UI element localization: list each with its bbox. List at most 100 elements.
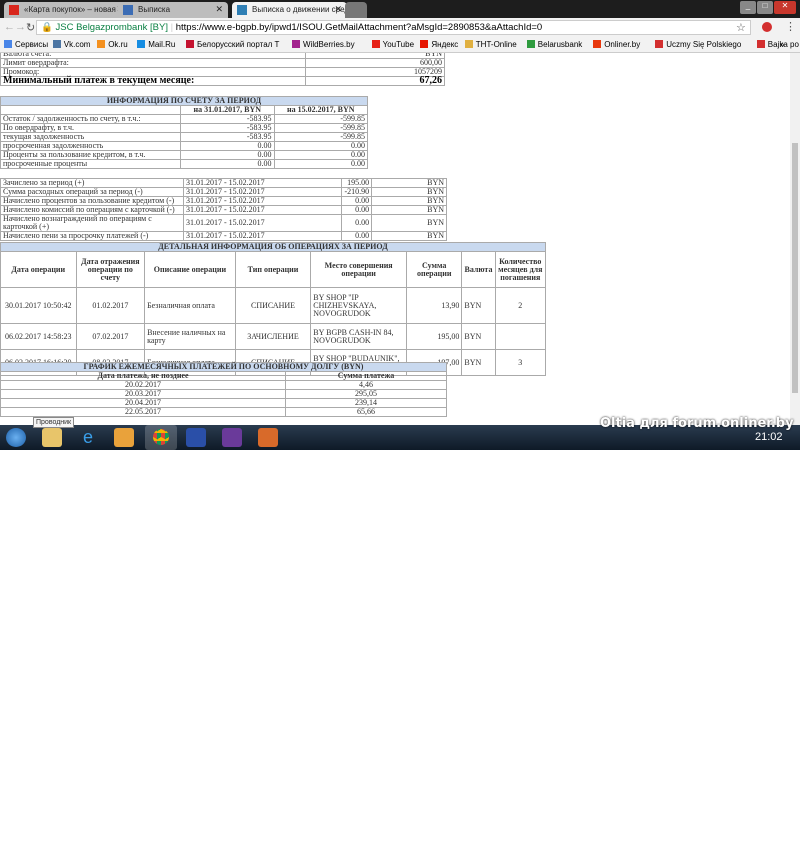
- summary-table: Валюта счета: BYN Лимит овердрафта: 600,00 П…: [0, 53, 445, 86]
- vertical-scrollbar[interactable]: [790, 53, 800, 425]
- bookmark-item[interactable]: Belarusbank: [526, 40, 583, 49]
- maximize-button[interactable]: □: [757, 1, 773, 14]
- bookmark-icon: [52, 40, 61, 48]
- op-cell-3: СПИСАНИЕ: [234, 287, 312, 324]
- new-tab-button[interactable]: [345, 2, 367, 18]
- address-bar-row: ← → ↻ 🔒 JSC Belgazprombank [BY] | https:…: [0, 18, 800, 37]
- bookmark-icon: [420, 40, 429, 48]
- table-row: 20.04.2017 239,14: [0, 398, 447, 408]
- tab-label: «Карта покупок» – новая: [24, 5, 116, 14]
- op-cell-0: 06.02.2017 14:58:23: [0, 323, 77, 350]
- amount-cell: 0.00: [341, 214, 373, 232]
- minimize-button[interactable]: _: [740, 1, 756, 14]
- bookmark-item[interactable]: Mail.Ru: [137, 40, 175, 49]
- op-cell-2: Внесение наличных на карту: [144, 323, 236, 350]
- internet-explorer-icon[interactable]: e: [78, 428, 98, 447]
- table-row: 06.02.2017 14:58:23 07.02.2017 Внесение на…: [0, 323, 547, 350]
- op-cell-1: 07.02.2017: [75, 323, 146, 350]
- period-cell: 31.01.2017 - 15.02.2017: [182, 205, 343, 215]
- bookmark-item[interactable]: Яндекс: [420, 40, 458, 49]
- explorer-icon[interactable]: [42, 428, 62, 447]
- period-totals-table: Зачислено за период (+) 31.01.2017 - 15.0…: [0, 178, 447, 241]
- bookmark-item[interactable]: Белорусский портал Т: [186, 40, 279, 49]
- close-tab-icon[interactable]: ✕: [334, 4, 342, 15]
- period-total-row: Начислено пени за просрочку платежей (-)…: [0, 231, 447, 241]
- label-cell: Начислено вознаграждений по операциям с …: [0, 214, 184, 232]
- bookmark-label: Belarusbank: [537, 40, 583, 49]
- bookmark-label: Vk.com: [63, 40, 91, 49]
- period-cell: 31.01.2017 - 15.02.2017: [182, 231, 343, 241]
- op-cell-4: BY BGPB CASH-IN 84, NOVOGRUDOK: [310, 323, 407, 350]
- close-window-button[interactable]: ✕: [774, 1, 796, 14]
- language-indicator[interactable]: PL: [678, 858, 687, 865]
- bookmark-icon: [292, 40, 300, 48]
- tab-karta-pokupok[interactable]: «Карта покупок» – новая✕: [4, 2, 129, 18]
- bookmark-label: WildBerries.by: [303, 40, 355, 49]
- tray-icons[interactable]: ▲ ▮ ◐ ♪: [700, 856, 728, 865]
- bookmarks-more-icon[interactable]: »: [780, 40, 784, 49]
- column-header: Тип операции: [234, 251, 312, 288]
- url-input[interactable]: 🔒 JSC Belgazprombank [BY] | https://www.…: [36, 20, 751, 35]
- op-cell-7: 3: [494, 349, 547, 376]
- column-header: Количество месяцев для погашения: [494, 251, 547, 288]
- amount-cell: 0.00: [341, 205, 373, 215]
- bookmark-label: Mail.Ru: [148, 40, 176, 49]
- extension-icon[interactable]: [762, 22, 772, 32]
- chrome-taskbar-button[interactable]: [145, 425, 177, 450]
- amount-cell: 0.00: [341, 231, 373, 241]
- bookmark-icon: [186, 40, 194, 48]
- bookmark-icon: [371, 40, 380, 48]
- op-cell-1: 01.02.2017: [75, 287, 146, 324]
- min-payment-row: Минимальный платеж в текущем месяце: 67,2…: [0, 76, 445, 86]
- bookmark-item[interactable]: Bajka po polsku: [756, 40, 800, 49]
- visual-studio-icon[interactable]: [222, 428, 242, 447]
- tab-label: Выписка: [138, 5, 171, 14]
- clock[interactable]: 21:02: [755, 431, 783, 443]
- bookmark-label: Яндекс: [431, 40, 459, 49]
- bookmarks-bar: Сервисы Vk.com Ok.ru Mail.Ru Белорусский пор…: [0, 37, 800, 53]
- app-icon[interactable]: [258, 428, 278, 447]
- bookmark-icon: [526, 40, 535, 48]
- bookmark-icon: [137, 40, 146, 48]
- bookmark-label: THT-Online: [475, 40, 517, 49]
- label-cell: Начислено пени за просрочку платежей (-): [0, 231, 184, 241]
- lock-icon: 🔒: [41, 22, 53, 33]
- close-tab-icon[interactable]: ✕: [215, 4, 223, 15]
- value-cell: 0.00: [273, 159, 368, 169]
- operations-table: ДЕТАЛЬНАЯ ИНФОРМАЦИЯ ОБ ОПЕРАЦИЯХ ЗА ПЕР…: [0, 242, 547, 376]
- bookmark-star-icon[interactable]: ☆: [736, 21, 746, 34]
- op-cell-3: ЗАЧИСЛЕНИЕ: [234, 323, 312, 350]
- media-player-icon[interactable]: [114, 428, 134, 447]
- tab-vypiska[interactable]: Выписка ✕: [118, 2, 228, 18]
- back-icon[interactable]: ←: [4, 21, 15, 33]
- bookmark-item[interactable]: Vk.com: [52, 40, 91, 49]
- tab-label: Выписка о движении сред: [252, 5, 347, 14]
- bookmark-label: YouTube: [382, 40, 415, 49]
- operations-title: ДЕТАЛЬНАЯ ИНФОРМАЦИЯ ОБ ОПЕРАЦИЯХ ЗА ПЕР…: [0, 242, 546, 252]
- menu-icon[interactable]: ⋮: [785, 20, 796, 33]
- bookmark-item[interactable]: Сервисы: [4, 40, 48, 49]
- op-cell-6: BYN: [461, 287, 496, 324]
- tab-vypiska-o-dvizhenii[interactable]: Выписка о движении сред ✕: [232, 2, 347, 18]
- min-payment-value: 67,26: [305, 76, 445, 86]
- reload-icon[interactable]: ↻: [26, 21, 35, 34]
- bookmark-item[interactable]: WildBerries.by: [292, 40, 355, 49]
- save-floppy-icon[interactable]: [186, 428, 206, 447]
- scrollbar-thumb[interactable]: [792, 143, 798, 393]
- bookmark-label: Uczmy Się Polskiego: [666, 40, 742, 49]
- account-info-row: просроченные проценты 0.00 0.00: [0, 159, 368, 169]
- bookmark-item[interactable]: YouTube: [371, 40, 415, 49]
- op-cell-7: [494, 323, 547, 350]
- tab-favicon: [237, 5, 247, 15]
- op-cell-2: Безналичная оплата: [144, 287, 236, 324]
- bookmark-item[interactable]: Ok.ru: [97, 40, 128, 49]
- bookmark-item[interactable]: THT-Online: [464, 40, 517, 49]
- start-button[interactable]: [6, 428, 26, 447]
- bookmark-icon: [655, 40, 664, 48]
- label-cell: просроченные проценты: [0, 159, 181, 169]
- bookmark-item[interactable]: Uczmy Się Polskiego: [655, 40, 741, 49]
- bookmark-icon: [464, 40, 473, 48]
- forward-icon[interactable]: →: [15, 21, 26, 33]
- op-cell-4: BY SHOP "IP CHIZHEVSKAYA, NOVOGRUDOK: [310, 287, 407, 324]
- bookmark-item[interactable]: Onliner.by: [593, 40, 640, 49]
